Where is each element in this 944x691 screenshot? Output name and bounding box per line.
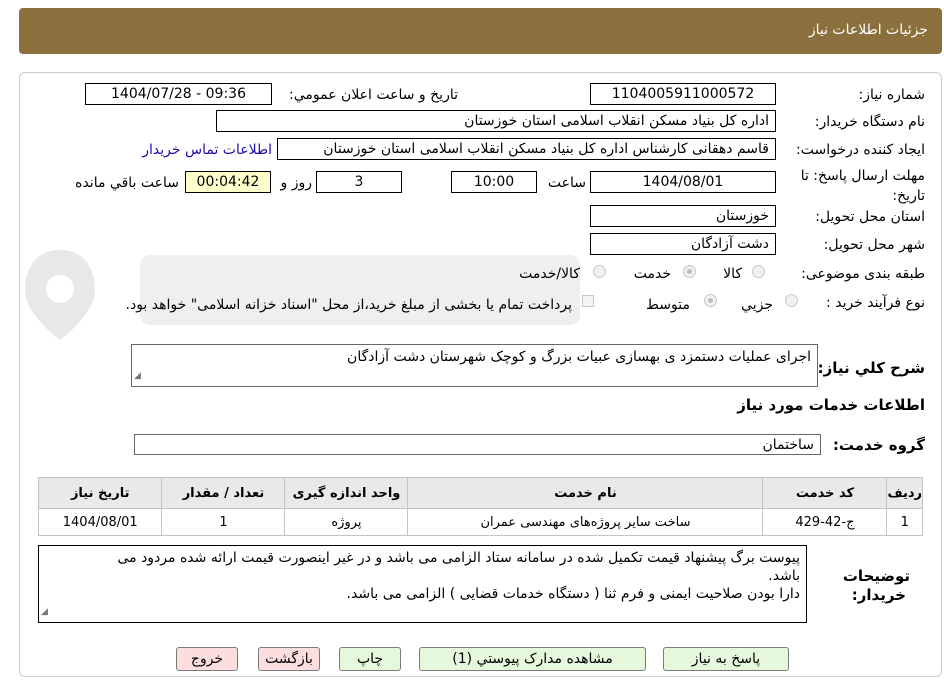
deadline-time-field[interactable]: 10:00 — [451, 171, 537, 193]
deadline-hour-label: ساعت — [547, 175, 586, 191]
col-row-header: رديف — [886, 477, 923, 509]
buyer-contact-link[interactable]: اطلاعات تماس خريدار — [142, 142, 272, 158]
cell-qty: 1 — [161, 508, 286, 536]
col-code-header: کد خدمت — [762, 477, 888, 509]
category-label: طبقه بندی موضوعی: — [801, 266, 925, 282]
exit-button[interactable]: خروج — [176, 647, 238, 671]
col-unit-header: واحد اندازه گيری — [284, 477, 409, 509]
table-row: 1 ج-42-429 ساخت ساير پروژه‌های مهندسی عم… — [37, 508, 923, 536]
purchase-type-label: نوع فرآيند خريد : — [826, 295, 925, 311]
table-header-row: رديف کد خدمت نام خدمت واحد اندازه گيری ت… — [37, 477, 923, 509]
category-service-label: خدمت — [633, 266, 671, 282]
province-field[interactable]: خوزستان — [590, 205, 776, 227]
purchase-medium-radio[interactable] — [704, 294, 717, 307]
category-both-radio[interactable] — [593, 265, 606, 278]
announce-field[interactable]: 1404/07/28 - 09:36 — [85, 83, 272, 105]
service-group-field[interactable]: ساختمان — [134, 434, 821, 455]
requester-label: ايجاد کننده درخواست: — [796, 142, 925, 158]
buyer-notes-label-2: خريدار: — [851, 586, 906, 604]
cell-row: 1 — [886, 508, 923, 536]
treasury-payment-checkbox[interactable] — [582, 295, 594, 307]
city-label: شهر محل تحويل: — [823, 237, 925, 253]
purchase-minor-radio[interactable] — [785, 294, 798, 307]
resize-grip-icon[interactable]: ◢ — [134, 367, 141, 385]
attachments-button[interactable]: مشاهده مدارک پيوستي (1) — [419, 647, 646, 671]
col-qty-header: تعداد / مقدار — [161, 477, 286, 509]
col-date-header: تاريخ نياز — [37, 477, 163, 509]
description-textarea[interactable]: اجرای عملیات دستمزد ی بهسازی عبیات بزرگ … — [131, 344, 818, 387]
services-section-title: اطلاعات خدمات مورد نياز — [737, 396, 925, 414]
buyer-notes-textarea[interactable]: پیوست برگ پیشنهاد قیمت تکمیل شده در ساما… — [38, 545, 807, 623]
services-table: رديف کد خدمت نام خدمت واحد اندازه گيری ت… — [37, 477, 923, 536]
cell-code: ج-42-429 — [762, 508, 888, 536]
buyer-notes-label-1: توضيحات — [842, 567, 910, 585]
need-number-label: شماره نیاز: — [858, 87, 926, 103]
col-name-header: نام خدمت — [407, 477, 764, 509]
buyer-notes-line-1: پیوست برگ پیشنهاد قیمت تکمیل شده در ساما… — [117, 550, 800, 566]
buyer-notes-line-2: باشد. — [768, 568, 800, 584]
back-button[interactable]: بازگشت — [258, 647, 320, 671]
deadline-date-field[interactable]: 1404/08/01 — [590, 171, 776, 193]
buyer-org-label: نام دستگاه خريدار: — [814, 114, 925, 130]
resize-grip-icon[interactable]: ◢ — [41, 603, 48, 621]
city-field[interactable]: دشت آزادگان — [590, 233, 776, 255]
remaining-label: ساعت باقي مانده — [75, 175, 179, 191]
respond-button[interactable]: پاسخ به نياز — [663, 647, 789, 671]
cell-name: ساخت ساير پروژه‌های مهندسی عمران — [407, 508, 764, 536]
cell-unit: پروژه — [284, 508, 409, 536]
description-label: شرح کلي نياز: — [817, 359, 925, 377]
days-field[interactable]: 3 — [316, 171, 402, 193]
deadline-label: مهلت ارسال پاسخ: تا تاریخ: — [800, 168, 925, 204]
buyer-notes-line-3: دارا بودن صلاحیت ایمنی و فرم ثنا ( دستگا… — [346, 586, 800, 602]
cell-date: 1404/08/01 — [37, 508, 163, 536]
service-group-label: گروه خدمت: — [832, 436, 925, 454]
page-header: جزئیات اطلاعات نیاز — [19, 8, 942, 54]
province-label: استان محل تحويل: — [815, 209, 925, 225]
page-title: جزئیات اطلاعات نیاز — [808, 22, 928, 38]
category-goods-radio[interactable] — [752, 265, 765, 278]
buyer-org-field[interactable]: اداره کل بنیاد مسکن انقلاب اسلامی استان … — [216, 110, 776, 132]
announce-label: تاریخ و ساعت اعلان عمومي: — [289, 87, 458, 103]
print-button[interactable]: چاپ — [339, 647, 401, 671]
requester-field[interactable]: قاسم دهقانی کارشناس اداره کل بنیاد مسکن … — [277, 138, 776, 160]
remaining-time-field: 00:04:42 — [185, 171, 271, 193]
need-number-field[interactable]: 1104005911000572 — [590, 83, 776, 105]
treasury-payment-note: پرداخت تمام يا بخشی از مبلغ خريد،از محل … — [125, 297, 572, 313]
days-label: روز و — [280, 175, 313, 191]
description-text: اجرای عملیات دستمزد ی بهسازی عبیات بزرگ … — [347, 349, 811, 365]
category-goods-label: کالا — [723, 266, 742, 282]
purchase-medium-label: متوسط — [646, 297, 690, 313]
purchase-minor-label: جزيي — [741, 297, 773, 313]
category-service-radio[interactable] — [683, 265, 696, 278]
category-both-label: کالا/خدمت — [519, 266, 580, 282]
